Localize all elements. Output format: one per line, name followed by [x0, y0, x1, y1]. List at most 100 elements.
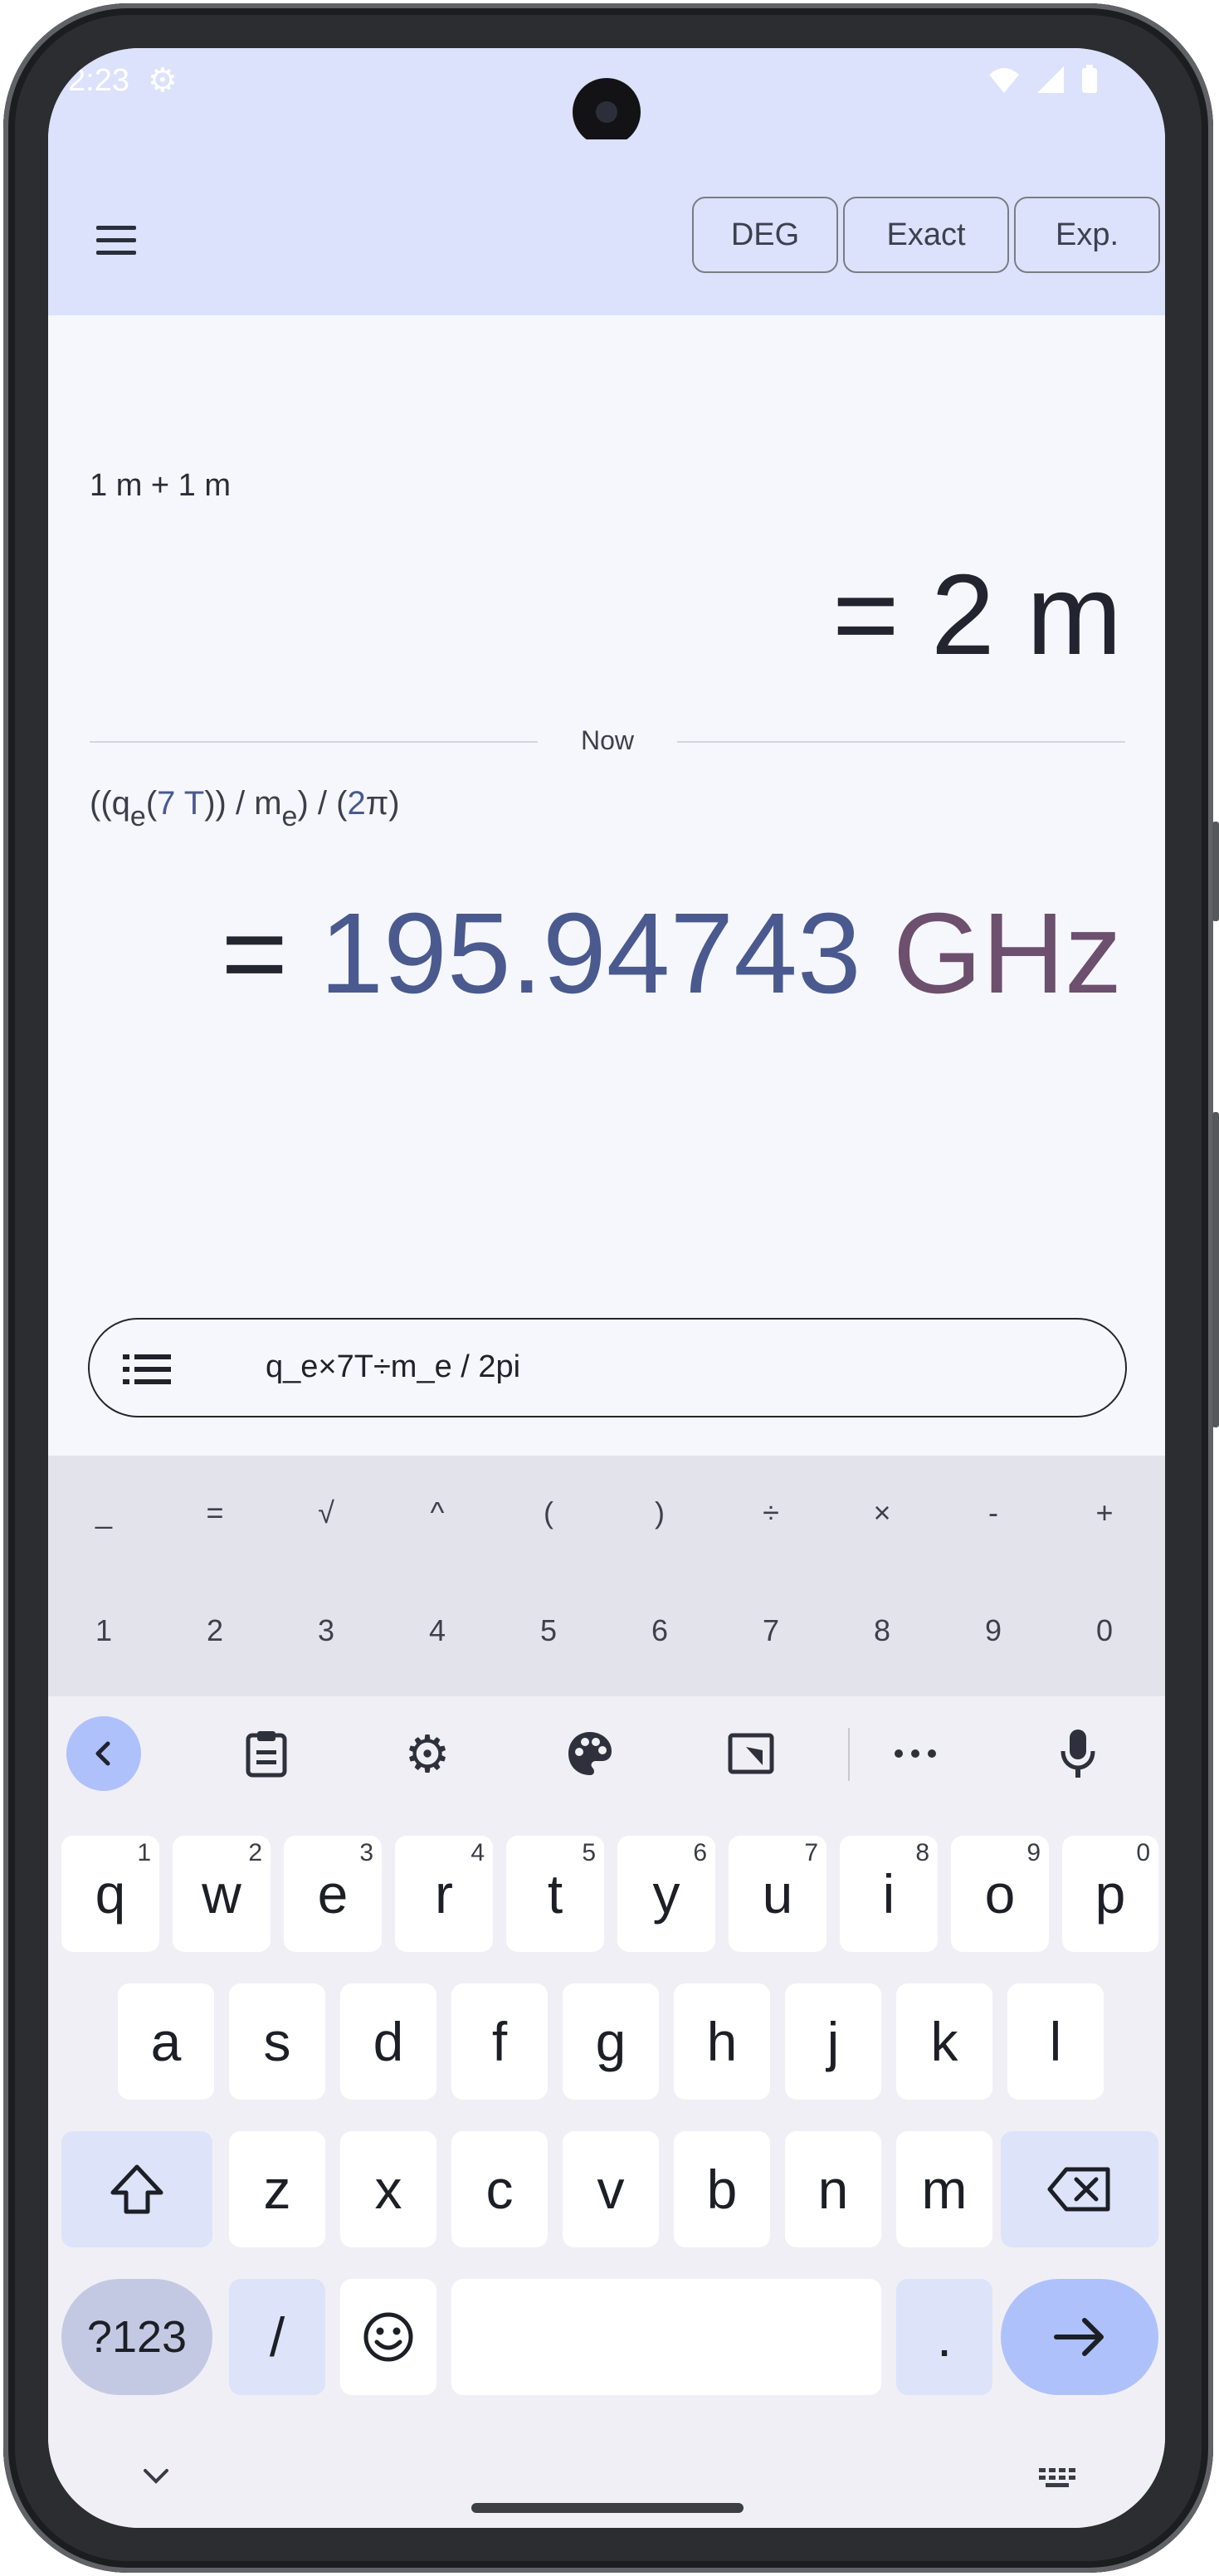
volume-button: [1212, 1112, 1219, 1427]
symbol-key[interactable]: +: [1049, 1495, 1160, 1530]
key-label: u: [762, 1863, 793, 1925]
period-key[interactable]: .: [896, 2279, 992, 2395]
digit-key[interactable]: 2: [159, 1613, 271, 1648]
key-a[interactable]: a: [118, 1983, 214, 2100]
key-w[interactable]: w2: [173, 1836, 271, 1952]
digit-key[interactable]: 7: [715, 1613, 826, 1648]
expr-quantity: 7 T: [157, 785, 205, 822]
expr-part: ) / (: [297, 785, 348, 822]
angle-mode-button[interactable]: DEG: [692, 197, 838, 273]
menu-icon[interactable]: [91, 216, 141, 266]
key-i[interactable]: i8: [840, 1836, 938, 1952]
key-b[interactable]: b: [674, 2131, 770, 2247]
expr-part: ): [388, 785, 400, 822]
battery-icon: [1082, 65, 1097, 93]
current-result[interactable]: = 195.94743 GHz: [221, 888, 1122, 1020]
expr-part: (: [145, 785, 158, 822]
now-divider: Now: [90, 720, 1125, 762]
palette-icon[interactable]: [553, 1716, 627, 1791]
expr-subscript: e: [129, 801, 146, 832]
key-q[interactable]: q1: [61, 1836, 159, 1952]
key-hint: 0: [1136, 1839, 1150, 1866]
key-m[interactable]: m: [896, 2131, 992, 2247]
symbol-key[interactable]: =: [159, 1495, 271, 1530]
key-y[interactable]: y6: [617, 1836, 715, 1952]
symbol-key[interactable]: (: [493, 1495, 604, 1530]
key-s[interactable]: s: [229, 1983, 325, 2100]
back-icon[interactable]: [66, 1716, 141, 1791]
switch-keyboard-icon[interactable]: [1037, 2466, 1079, 2494]
slash-key[interactable]: /: [229, 2279, 325, 2395]
digit-key[interactable]: 8: [826, 1613, 938, 1648]
key-x[interactable]: x: [340, 2131, 436, 2247]
hide-keyboard-icon[interactable]: [141, 2466, 171, 2491]
expr-part: ((q: [90, 785, 130, 822]
symbol-key[interactable]: ÷: [715, 1495, 826, 1530]
result-mode-button[interactable]: Exact: [843, 197, 1009, 273]
key-c[interactable]: c: [451, 2131, 548, 2247]
key-k[interactable]: k: [896, 1983, 992, 2100]
key-v[interactable]: v: [563, 2131, 659, 2247]
arrow-right-icon: [1054, 2318, 1104, 2356]
digit-key[interactable]: 3: [271, 1613, 382, 1648]
status-time: 2:23: [68, 63, 129, 98]
key-hint: 9: [1026, 1839, 1041, 1866]
key-p[interactable]: p0: [1062, 1836, 1158, 1952]
home-indicator[interactable]: [471, 2503, 744, 2513]
backspace-icon: [1047, 2167, 1110, 2212]
current-expression[interactable]: ((qe(7 T)) / me) / (2π): [90, 785, 400, 832]
enter-key[interactable]: [1001, 2279, 1158, 2395]
key-r[interactable]: r4: [395, 1836, 493, 1952]
digit-key[interactable]: 5: [493, 1613, 604, 1648]
expression-input[interactable]: q_e×7T÷m_e / 2pi: [88, 1318, 1127, 1417]
key-hint: 3: [359, 1839, 373, 1866]
digit-key[interactable]: 1: [48, 1613, 159, 1648]
key-n[interactable]: n: [785, 2131, 881, 2247]
symbol-key[interactable]: ×: [826, 1495, 938, 1530]
emoji-key[interactable]: [340, 2279, 436, 2395]
signal-icon: [1037, 66, 1064, 93]
shift-key[interactable]: [61, 2131, 212, 2247]
symbol-key[interactable]: ): [604, 1495, 715, 1530]
key-z[interactable]: z: [229, 2131, 325, 2247]
key-hint: 4: [471, 1839, 485, 1866]
key-e[interactable]: e3: [284, 1836, 382, 1952]
key-t[interactable]: t5: [506, 1836, 604, 1952]
backspace-key[interactable]: [1001, 2131, 1158, 2247]
history-list-icon[interactable]: [123, 1353, 173, 1386]
key-label: q: [95, 1863, 126, 1925]
symbol-key[interactable]: -: [938, 1495, 1049, 1530]
key-d[interactable]: d: [340, 1983, 436, 2100]
symbol-key[interactable]: ^: [382, 1495, 493, 1530]
digit-key[interactable]: 0: [1049, 1613, 1160, 1648]
key-o[interactable]: o9: [951, 1836, 1049, 1952]
symbol-key-rows: _ = √ ^ ( ) ÷ × - + 1 2 3 4 5 6 7 8 9 0: [48, 1456, 1165, 1696]
digit-key[interactable]: 4: [382, 1613, 493, 1648]
resize-icon[interactable]: [714, 1716, 788, 1791]
history-result[interactable]: = 2 m: [832, 549, 1122, 681]
symbol-key[interactable]: √: [271, 1495, 382, 1530]
expr-part: )) / m: [204, 785, 282, 822]
settings-icon[interactable]: ⚙: [390, 1716, 465, 1791]
digit-key[interactable]: 9: [938, 1613, 1049, 1648]
key-g[interactable]: g: [563, 1983, 659, 2100]
symbols-key[interactable]: ?123: [61, 2279, 212, 2395]
symbol-key[interactable]: _: [48, 1495, 159, 1530]
key-label: e: [317, 1863, 349, 1925]
space-key[interactable]: [451, 2279, 881, 2395]
divider-line-left: [90, 741, 538, 743]
key-u[interactable]: u7: [729, 1836, 826, 1952]
mic-icon[interactable]: [1041, 1716, 1115, 1791]
more-icon[interactable]: [878, 1716, 953, 1791]
key-h[interactable]: h: [674, 1983, 770, 2100]
key-l[interactable]: l: [1007, 1983, 1104, 2100]
key-f[interactable]: f: [451, 1983, 548, 2100]
clipboard-icon[interactable]: [229, 1716, 304, 1791]
key-j[interactable]: j: [785, 1983, 881, 2100]
input-text[interactable]: q_e×7T÷m_e / 2pi: [266, 1349, 520, 1385]
notation-button[interactable]: Exp.: [1014, 197, 1160, 273]
expr-pi: π: [365, 785, 389, 822]
history-expression[interactable]: 1 m + 1 m: [90, 468, 231, 504]
digit-key[interactable]: 6: [604, 1613, 715, 1648]
screen: 2:23 ⚙ DEG Exact Exp. 1 m + 1 m = 2 m No…: [48, 48, 1165, 2528]
